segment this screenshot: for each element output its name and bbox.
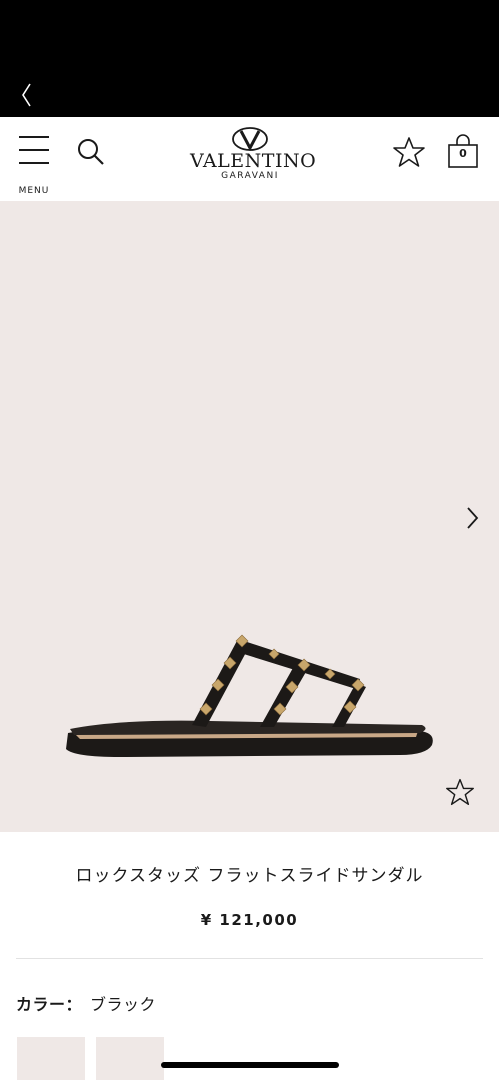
product-price: ¥ 121,000 <box>200 911 299 929</box>
shopping-bag-button[interactable]: 0 <box>446 134 480 170</box>
star-icon <box>446 778 474 806</box>
chevron-right-icon <box>467 507 479 529</box>
brand-logo[interactable]: VALENTINO GARAVANI <box>190 127 317 191</box>
menu-button[interactable]: MENU <box>16 134 52 196</box>
hamburger-icon <box>19 136 49 138</box>
color-swatch[interactable] <box>96 1037 164 1080</box>
bag-count-badge: 0 <box>459 147 467 160</box>
image-wishlist-button[interactable] <box>445 777 475 807</box>
color-label: カラー： <box>16 995 83 1014</box>
brand-name: VALENTINO <box>190 150 317 172</box>
product-image <box>66 634 433 757</box>
chevron-left-icon <box>22 83 31 107</box>
star-icon <box>393 137 425 167</box>
menu-label: MENU <box>18 186 50 196</box>
search-button[interactable] <box>74 135 108 169</box>
site-header: MENU VALENTINO GARAVANI 0 <box>0 117 499 201</box>
divider <box>16 958 483 959</box>
back-button[interactable] <box>14 78 44 112</box>
color-value: ブラック <box>90 995 157 1014</box>
product-image-gallery[interactable] <box>0 201 499 832</box>
product-title: ロックスタッズ フラットスライドサンダル <box>75 866 424 886</box>
status-bar <box>0 0 499 117</box>
brand-subname: GARAVANI <box>221 171 279 181</box>
color-info: カラー： ブラック <box>16 991 156 1015</box>
search-icon <box>78 139 104 165</box>
color-swatch[interactable] <box>17 1037 85 1080</box>
valentino-v-logo <box>232 127 268 151</box>
wishlist-button[interactable] <box>392 135 426 169</box>
home-indicator[interactable] <box>161 1062 339 1068</box>
next-image-button[interactable] <box>460 503 484 533</box>
